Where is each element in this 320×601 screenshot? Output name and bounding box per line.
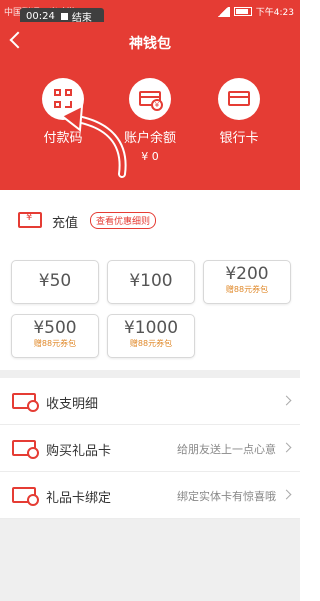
battery-icon <box>233 7 252 16</box>
clock: 下午4:23 <box>255 8 294 18</box>
amount-option[interactable]: ¥100 <box>107 260 195 304</box>
menu-item-hint: 给朋友送上一点心意 <box>177 443 276 456</box>
amount-option[interactable]: ¥200 赠88元券包 <box>203 260 291 304</box>
status-bar: 中国联通 | 米哈游 00:24 结束 下午4:23 <box>0 0 300 25</box>
amount-bonus: 赠88元券包 <box>225 285 269 294</box>
recharge-label: 充值 <box>52 216 79 231</box>
amount-value: ¥100 <box>129 271 173 291</box>
menu-item-bind-gift-card[interactable]: 礼品卡绑定 绑定实体卡有惊喜哦 <box>0 472 300 519</box>
promo-rules-link[interactable]: 查看优惠细则 <box>90 212 157 229</box>
recharge-section-header: 充值 查看优惠细则 <box>0 190 300 250</box>
section-divider <box>0 370 300 378</box>
amount-value: ¥50 <box>38 271 72 291</box>
amount-value: ¥500 <box>33 318 77 338</box>
page-title: 神钱包 <box>129 36 171 52</box>
bind-card-icon <box>12 487 39 506</box>
amount-value: ¥200 <box>225 264 269 284</box>
chevron-right-icon <box>281 395 292 406</box>
menu-item-buy-gift-card[interactable]: 购买礼品卡 给朋友送上一点心意 <box>0 425 300 472</box>
yuan-coin-icon: ¥ <box>151 99 163 111</box>
empty-footer-area <box>0 519 300 601</box>
menu-item-transactions[interactable]: 收支明细 <box>0 378 300 425</box>
menu-item-hint: 绑定实体卡有惊喜哦 <box>177 490 276 503</box>
recharge-amounts: ¥50 ¥100 ¥200 赠88元券包 ¥500 赠88元券包 ¥1000 赠… <box>0 250 300 370</box>
status-icons: 下午4:23 <box>215 5 294 18</box>
gift-card-icon <box>12 440 39 459</box>
bank-card-button[interactable]: 银行卡 <box>196 78 282 146</box>
menu-item-label: 收支明细 <box>46 397 99 412</box>
amount-value: ¥1000 <box>123 318 179 338</box>
amount-option[interactable]: ¥1000 赠88元券包 <box>107 314 195 358</box>
wallet-header: 神钱包 付款码 ¥ 账户余额 ¥ 0 银行卡 <box>0 22 300 190</box>
amount-bonus: 赠88元券包 <box>129 339 173 348</box>
chevron-right-icon <box>281 442 292 453</box>
amount-bonus: 赠88元券包 <box>33 339 77 348</box>
stop-icon <box>60 13 68 20</box>
bank-card-icon <box>228 91 250 106</box>
amount-option[interactable]: ¥50 <box>11 260 99 304</box>
transactions-icon <box>12 393 39 412</box>
amount-option[interactable]: ¥500 赠88元券包 <box>11 314 99 358</box>
tutorial-arrow-icon <box>60 104 127 178</box>
bank-card-label: 银行卡 <box>219 131 259 146</box>
recharge-icon <box>18 212 42 228</box>
chevron-right-icon <box>281 489 292 500</box>
menu-item-label: 购买礼品卡 <box>46 444 112 459</box>
bank-card-circle <box>218 78 260 120</box>
menu-item-label: 礼品卡绑定 <box>46 491 112 506</box>
signal-icon <box>215 6 230 17</box>
recording-time: 00:24 <box>26 11 55 22</box>
